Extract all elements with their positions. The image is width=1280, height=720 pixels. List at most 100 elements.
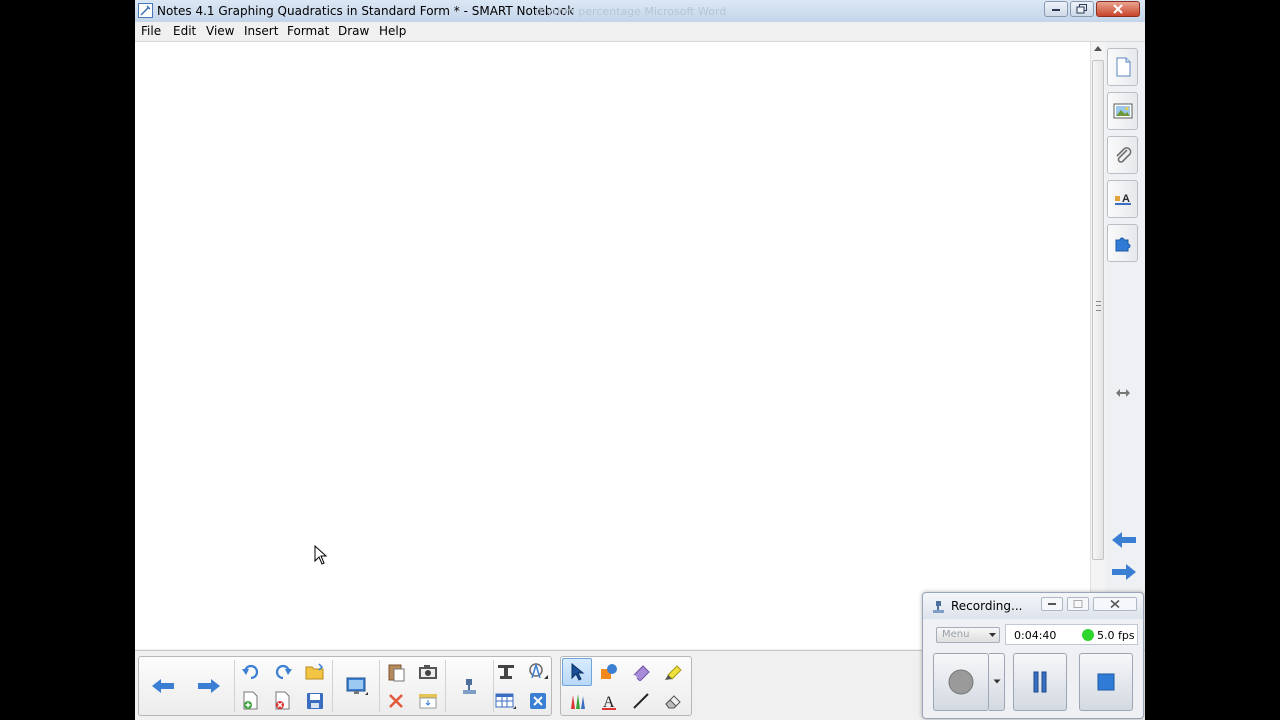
panel-resize-icon[interactable] <box>1115 388 1131 398</box>
recorder-window[interactable]: Recording... Menu 0:04:40 5.0 fps <box>922 592 1144 719</box>
highlighter-tool-button[interactable] <box>658 658 688 686</box>
properties-icon: A <box>1114 193 1131 205</box>
eraser-tool-button[interactable] <box>658 687 688 715</box>
pause-icon <box>1033 671 1047 693</box>
side-previous-page-icon[interactable] <box>1111 530 1137 550</box>
paste-icon <box>388 664 405 682</box>
display-screen-icon <box>346 677 368 695</box>
previous-page-button[interactable] <box>141 658 185 714</box>
recorder-status-box: 0:04:40 5.0 fps <box>1005 624 1138 645</box>
recorder-menu-label: Menu <box>942 629 970 640</box>
minimize-button[interactable] <box>1044 1 1068 17</box>
table-icon <box>495 693 516 709</box>
chevron-down-icon <box>989 633 996 637</box>
redo-button[interactable] <box>268 658 298 686</box>
toolbar-separator <box>379 660 380 712</box>
side-next-page-icon[interactable] <box>1111 562 1137 582</box>
chevron-down-icon <box>993 679 1000 684</box>
stop-icon <box>1097 673 1115 691</box>
pens-icon <box>571 694 585 709</box>
delete-button[interactable] <box>381 687 411 715</box>
title-bar[interactable]: Notes 4.1 Graphing Quadratics in Standar… <box>135 0 1145 23</box>
vertical-scrollbar[interactable] <box>1090 42 1106 649</box>
toolbar-actions-group <box>138 656 552 716</box>
lines-tool-button[interactable] <box>626 687 656 715</box>
menu-help[interactable]: Help <box>379 24 406 38</box>
add-page-button[interactable] <box>236 687 266 715</box>
stop-button[interactable] <box>1079 653 1133 711</box>
shapes-tool-button[interactable] <box>594 658 624 686</box>
folder-icon <box>305 663 324 680</box>
toolbar-separator <box>234 660 235 712</box>
open-file-button[interactable] <box>300 658 330 686</box>
highlighter-icon <box>665 665 682 680</box>
recorder-maximize-button[interactable] <box>1067 597 1089 611</box>
pens-tool-button[interactable] <box>562 687 592 715</box>
menu-view[interactable]: View <box>206 24 234 38</box>
undo-icon <box>242 664 259 680</box>
full-screen-button[interactable] <box>491 658 521 686</box>
recorder-camera-icon <box>933 601 944 613</box>
page-sorter-icon <box>1116 57 1130 77</box>
tab-add-ons[interactable] <box>1107 224 1138 262</box>
save-button[interactable] <box>300 687 330 715</box>
menu-format[interactable]: Format <box>287 24 329 38</box>
tab-properties[interactable]: A <box>1107 180 1138 218</box>
recorder-close-button[interactable] <box>1093 597 1137 611</box>
document-camera-button[interactable] <box>447 658 491 714</box>
recorder-title-bar[interactable]: Recording... <box>923 593 1143 619</box>
attachments-icon <box>1115 147 1131 163</box>
gallery-icon <box>1113 103 1132 119</box>
delete-x-icon <box>389 694 403 708</box>
recording-status-dot <box>1082 629 1094 641</box>
record-button[interactable] <box>933 653 989 711</box>
smart-notebook-app-icon[interactable] <box>138 3 153 18</box>
close-button[interactable] <box>1096 1 1140 17</box>
measurement-tools-button[interactable] <box>523 658 553 686</box>
menu-file[interactable]: File <box>141 24 161 38</box>
notebook-page-canvas[interactable] <box>135 42 1091 649</box>
mouse-pointer-icon <box>314 545 328 565</box>
menu-edit[interactable]: Edit <box>173 24 196 38</box>
display-screen-button[interactable] <box>335 658 379 714</box>
measurement-tools-icon <box>529 663 548 679</box>
close-button-toolbar[interactable] <box>523 687 553 715</box>
undo-button[interactable] <box>236 658 266 686</box>
pointer-icon <box>571 663 585 681</box>
paste-button[interactable] <box>381 658 411 686</box>
svg-text:A: A <box>603 694 615 710</box>
menu-insert[interactable]: Insert <box>244 24 278 38</box>
tab-gallery[interactable] <box>1107 92 1138 130</box>
add-page-icon <box>243 691 258 710</box>
pause-button[interactable] <box>1013 653 1067 711</box>
close-square-icon <box>530 693 546 709</box>
record-circle-icon <box>948 669 974 695</box>
next-page-button[interactable] <box>187 658 231 714</box>
toolbar-separator <box>332 660 333 712</box>
arrow-left-icon <box>152 679 174 693</box>
tab-attachments[interactable] <box>1107 136 1138 174</box>
magic-pen-tool-button[interactable] <box>626 658 656 686</box>
scroll-up-icon[interactable] <box>1093 44 1103 52</box>
delete-page-button[interactable] <box>268 687 298 715</box>
tab-page-sorter[interactable] <box>1107 48 1138 86</box>
close-icon <box>1113 4 1123 14</box>
text-tool-button[interactable]: A <box>594 687 624 715</box>
record-options-dropdown[interactable] <box>989 653 1005 711</box>
shapes-icon <box>601 664 617 679</box>
recorder-menu-dropdown[interactable]: Menu <box>936 627 1000 643</box>
side-panel: A <box>1105 42 1145 592</box>
restore-button[interactable] <box>1070 1 1094 17</box>
recorder-minimize-button[interactable] <box>1041 597 1063 611</box>
menu-draw[interactable]: Draw <box>338 24 369 38</box>
screen-capture-button[interactable] <box>413 658 443 686</box>
minimize-icon <box>1048 603 1056 605</box>
select-tool-button[interactable] <box>562 658 592 686</box>
menu-bar: File Edit View Insert Format Draw Help <box>135 22 1145 42</box>
scroll-thumb[interactable] <box>1092 60 1104 560</box>
insert-table-button[interactable] <box>491 687 521 715</box>
full-screen-icon <box>498 665 514 679</box>
recorder-elapsed-time: 0:04:40 <box>1014 629 1057 642</box>
screen-shade-button[interactable] <box>413 687 443 715</box>
background-window-title: rhythm percentage Microsoft Word <box>535 5 727 18</box>
